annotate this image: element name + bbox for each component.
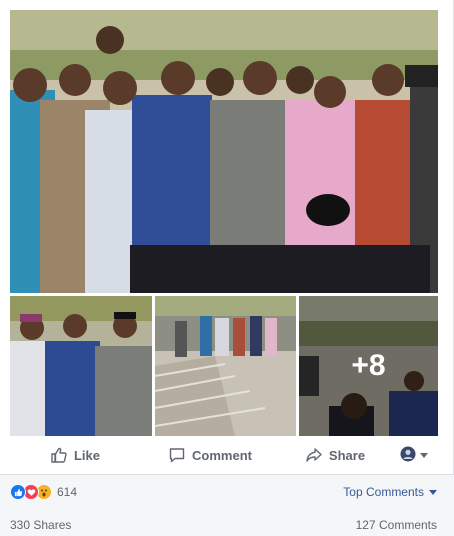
comment-sort-dropdown[interactable]: Top Comments xyxy=(343,485,437,499)
share-label: Share xyxy=(328,447,366,463)
comment-icon xyxy=(168,446,186,464)
shares-count[interactable]: 330 Shares xyxy=(10,518,71,532)
audience-selector[interactable] xyxy=(390,440,438,470)
photo-image xyxy=(10,10,438,293)
comment-button[interactable]: Comment xyxy=(140,440,280,470)
profile-avatar-icon xyxy=(400,446,416,465)
share-button[interactable]: Share xyxy=(280,440,390,470)
more-photos-overlay[interactable]: +8 xyxy=(299,296,438,436)
more-photos-count: +8 xyxy=(351,349,386,382)
post-photo-2[interactable] xyxy=(10,296,152,436)
like-reaction-icon xyxy=(10,484,26,500)
reaction-count: 614 xyxy=(57,485,78,499)
post-card: +8 Like Comment Share 614 Top Comments 3… xyxy=(0,0,454,536)
thumbs-up-icon xyxy=(50,446,68,464)
share-icon xyxy=(305,446,323,464)
post-photo-3[interactable] xyxy=(155,296,296,436)
comments-count[interactable]: 127 Comments xyxy=(356,518,437,532)
chevron-down-icon xyxy=(429,489,437,495)
post-action-bar: Like Comment Share xyxy=(10,440,438,470)
photo-image xyxy=(155,296,296,436)
comment-sort-label: Top Comments xyxy=(343,485,424,499)
post-photo-main[interactable] xyxy=(10,10,438,293)
photo-image xyxy=(10,296,152,436)
chevron-down-icon xyxy=(420,452,428,458)
post-photo-more[interactable]: +8 xyxy=(299,296,438,436)
like-label: Like xyxy=(73,447,100,463)
like-button[interactable]: Like xyxy=(10,440,140,470)
reactions-summary[interactable]: 614 xyxy=(10,483,77,501)
comment-label: Comment xyxy=(192,447,252,463)
